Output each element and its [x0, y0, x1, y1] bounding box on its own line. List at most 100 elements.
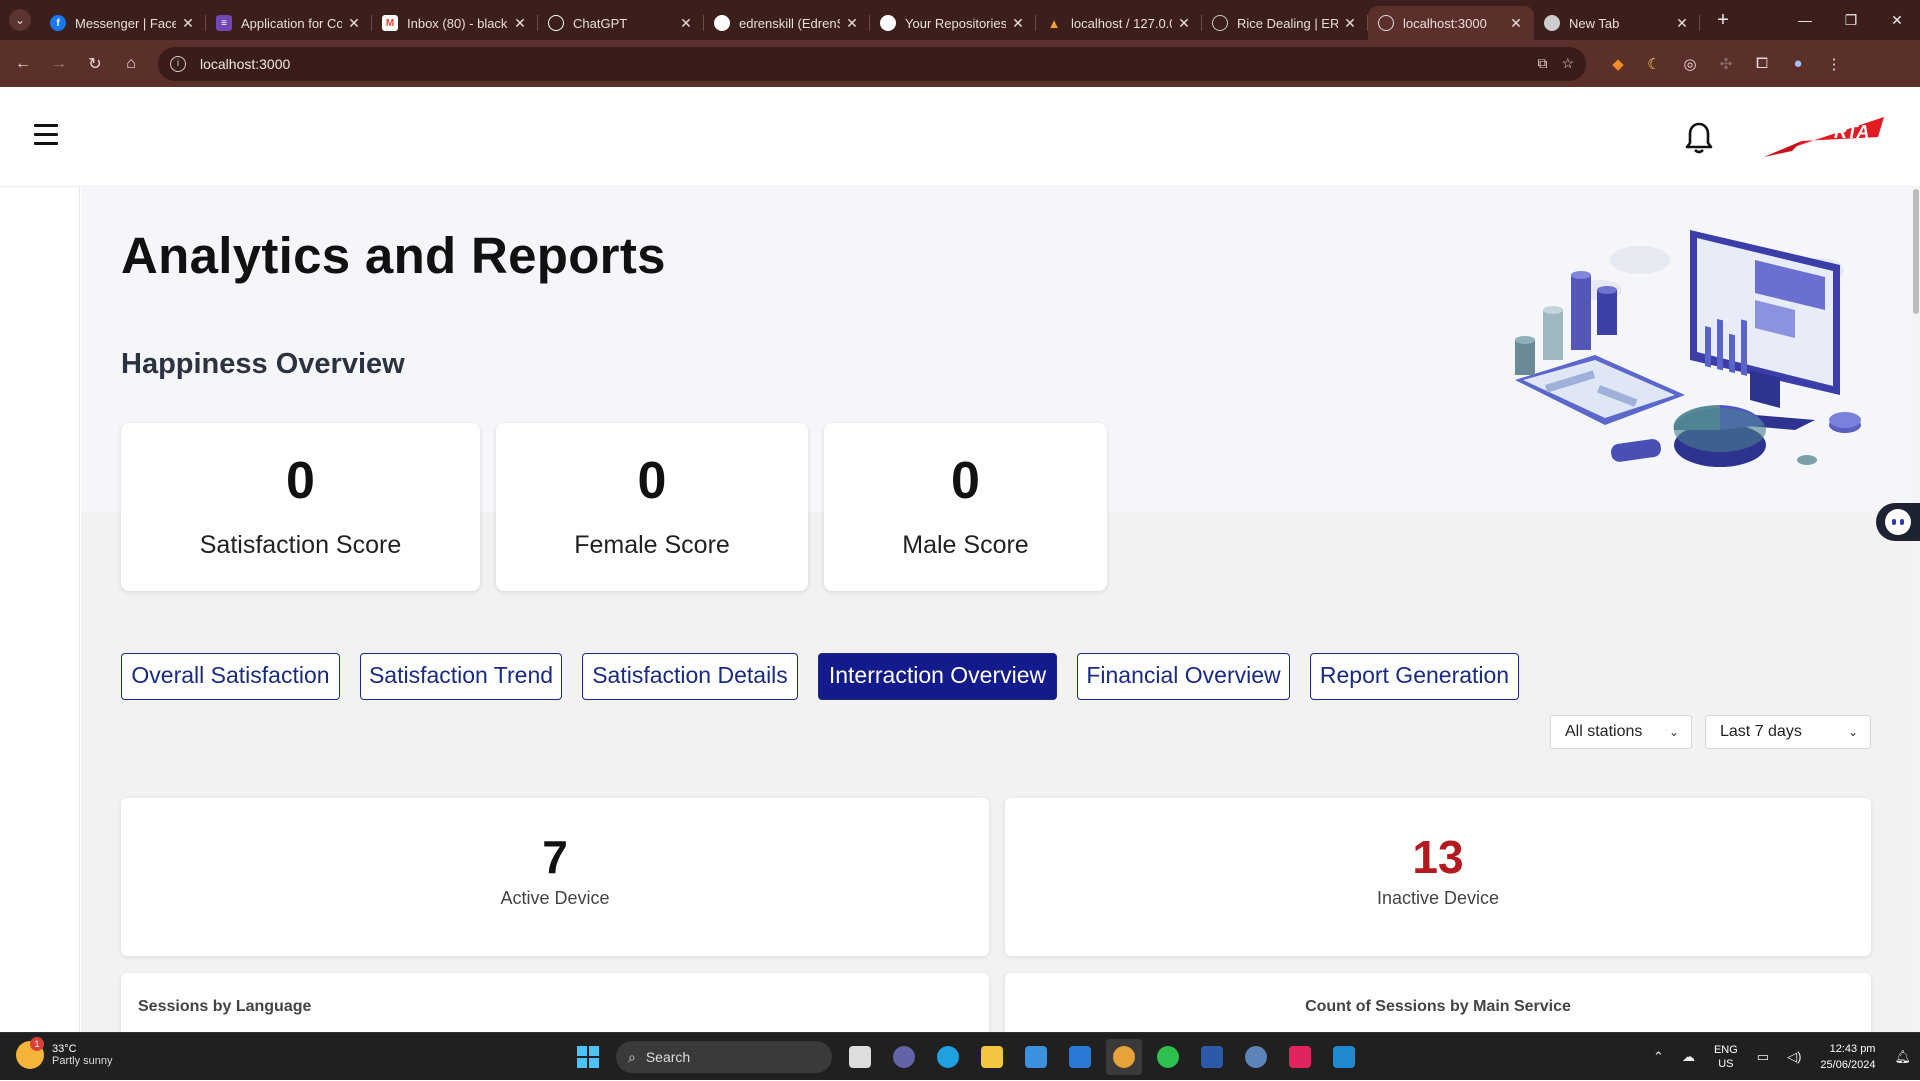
puzzle-icon[interactable]: ⧠ — [1744, 55, 1780, 72]
browser-tab-active[interactable]: localhost:3000 ✕ — [1368, 6, 1534, 40]
close-icon[interactable]: ✕ — [1176, 15, 1192, 32]
browser-tab[interactable]: edrenskill (EdrenS ✕ — [704, 6, 870, 40]
powershell-icon[interactable] — [1194, 1039, 1230, 1075]
close-icon[interactable]: ✕ — [844, 15, 860, 32]
close-icon[interactable]: ✕ — [1674, 15, 1690, 32]
file-explorer-icon[interactable] — [974, 1039, 1010, 1075]
start-button[interactable] — [570, 1039, 606, 1075]
tab-search-button[interactable]: ⌄ — [0, 0, 40, 40]
browser-tab-strip: ⌄ f Messenger | Facebook ✕ ≡ Application… — [0, 0, 1920, 40]
notification-bell-icon[interactable]: 🔔︎ — [1894, 1049, 1911, 1065]
app-header: RTA — [0, 87, 1920, 187]
tab-satisfaction-details[interactable]: Satisfaction Details — [582, 653, 798, 700]
new-tab-button[interactable]: + — [1706, 9, 1740, 32]
whatsapp-icon[interactable] — [1150, 1039, 1186, 1075]
language-code: ENG — [1713, 1044, 1738, 1056]
tab-interraction-overview[interactable]: Interraction Overview — [818, 653, 1057, 700]
tab-title: localhost / 127.0.0 — [1071, 15, 1172, 31]
close-icon[interactable]: ✕ — [512, 15, 528, 32]
browser-tab[interactable]: ChatGPT ✕ — [538, 6, 704, 40]
browser-tab[interactable]: M Inbox (80) - black ✕ — [372, 6, 538, 40]
period-select[interactable]: Last 7 days ⌄ — [1705, 715, 1871, 749]
bookmark-star-icon[interactable]: ☆ — [1561, 55, 1574, 72]
close-icon[interactable]: ✕ — [678, 15, 694, 32]
chatbot-button[interactable] — [1876, 503, 1920, 541]
close-icon[interactable]: ✕ — [346, 15, 362, 32]
score-label: Male Score — [902, 531, 1029, 559]
weather-widget[interactable]: 1 33°C Partly sunny — [16, 1037, 113, 1069]
react-icon — [1378, 15, 1394, 31]
chevron-up-icon[interactable]: ⌃ — [1653, 1049, 1664, 1065]
browser-tab[interactable]: Your Repositories ✕ — [870, 6, 1036, 40]
page-scrollbar[interactable] — [1912, 187, 1920, 1032]
mail-icon[interactable] — [1062, 1039, 1098, 1075]
close-icon[interactable]: ✕ — [1342, 15, 1358, 32]
tab-report-generation[interactable]: Report Generation — [1310, 653, 1519, 700]
vscode-icon[interactable] — [1326, 1039, 1362, 1075]
window-controls: — ❐ ✕ — [1782, 0, 1920, 40]
tab-title: New Tab — [1569, 15, 1620, 31]
browser-tab[interactable]: ≡ Application for Co ✕ — [206, 6, 372, 40]
clock[interactable]: 12:43 pm 25/06/2024 — [1820, 1041, 1875, 1073]
minimize-icon[interactable]: — — [1782, 0, 1828, 40]
postgres-icon[interactable] — [1238, 1039, 1274, 1075]
scrollbar-thumb[interactable] — [1913, 189, 1919, 314]
taskbar-search[interactable]: ⌕ Search — [616, 1041, 832, 1073]
microsoft-store-icon[interactable] — [1018, 1039, 1054, 1075]
more-menu-icon[interactable]: ⋮ — [1816, 55, 1852, 73]
home-icon[interactable]: ⌂ — [116, 49, 146, 79]
metamask-icon[interactable]: ◆ — [1600, 55, 1636, 73]
close-icon[interactable]: ✕ — [1508, 15, 1524, 32]
score-label: Female Score — [574, 531, 730, 559]
forward-icon[interactable]: → — [44, 49, 74, 79]
gmail-icon: M — [382, 15, 398, 31]
windows-taskbar: 1 33°C Partly sunny ⌕ Search ⌃ ☁ ENG US … — [0, 1032, 1920, 1080]
dark-mode-icon[interactable]: ☾ — [1636, 55, 1672, 73]
language-indicator[interactable]: ENG US — [1714, 1043, 1738, 1071]
tab-title: localhost:3000 — [1403, 15, 1487, 31]
teams-icon[interactable] — [886, 1039, 922, 1075]
bell-icon[interactable] — [1684, 121, 1714, 155]
volume-icon[interactable]: ◁) — [1787, 1049, 1801, 1065]
analytics-illustration — [1515, 230, 1861, 467]
rta-logo: RTA — [1762, 113, 1888, 163]
reload-icon[interactable]: ↻ — [80, 49, 110, 79]
close-window-icon[interactable]: ✕ — [1874, 0, 1920, 40]
bot-icon — [1885, 509, 1911, 535]
address-bar[interactable]: i localhost:3000 ⧉ ☆ — [158, 46, 1586, 81]
browser-tab[interactable]: f Messenger | Facebook ✕ — [40, 6, 206, 40]
browser-tab[interactable]: Rice Dealing | ERP ✕ — [1202, 6, 1368, 40]
site-info-icon[interactable]: i — [170, 55, 186, 72]
onedrive-icon[interactable]: ☁ — [1682, 1049, 1695, 1065]
extension-icon[interactable]: ✣ — [1708, 55, 1744, 73]
edge-icon[interactable] — [930, 1039, 966, 1075]
system-tray: ⌃ ☁ ENG US ▭ ◁) 12:43 pm 25/06/2024 🔔︎ — [1644, 1033, 1920, 1081]
taskbar-apps: ⌕ Search — [566, 1039, 1366, 1075]
search-icon: ⌕ — [628, 1048, 636, 1065]
close-icon[interactable]: ✕ — [180, 15, 196, 32]
back-icon[interactable]: ← — [8, 49, 38, 79]
search-placeholder: Search — [645, 1049, 691, 1065]
tab-satisfaction-trend[interactable]: Satisfaction Trend — [360, 653, 562, 700]
browser-tab[interactable]: ▲ localhost / 127.0.0 ✕ — [1036, 6, 1202, 40]
chrome-icon[interactable] — [1106, 1039, 1142, 1075]
hamburger-menu-icon[interactable] — [34, 124, 58, 146]
station-select[interactable]: All stations ⌄ — [1550, 715, 1692, 749]
tab-overall-satisfaction[interactable]: Overall Satisfaction — [121, 653, 340, 700]
tab-financial-overview[interactable]: Financial Overview — [1077, 653, 1290, 700]
chrome-icon — [1544, 15, 1560, 31]
url-text[interactable]: localhost:3000 — [200, 56, 1523, 72]
period-select-value: Last 7 days — [1720, 723, 1802, 740]
profile-avatar-icon[interactable]: ● — [1780, 55, 1816, 72]
network-icon[interactable]: ▭ — [1757, 1049, 1769, 1065]
browser-tab[interactable]: New Tab ✕ — [1534, 6, 1700, 40]
tab-title: Inbox (80) - black — [407, 15, 508, 31]
task-view-icon[interactable] — [842, 1039, 878, 1075]
close-icon[interactable]: ✕ — [1010, 15, 1026, 32]
active-device-card: 7 Active Device — [121, 798, 989, 956]
tiktok-icon[interactable] — [1282, 1039, 1318, 1075]
open-external-icon[interactable]: ⧉ — [1537, 55, 1547, 72]
tab-title: Rice Dealing | ERP — [1237, 15, 1338, 31]
compass-icon[interactable]: ◎ — [1672, 55, 1708, 73]
restore-icon[interactable]: ❐ — [1828, 0, 1874, 40]
